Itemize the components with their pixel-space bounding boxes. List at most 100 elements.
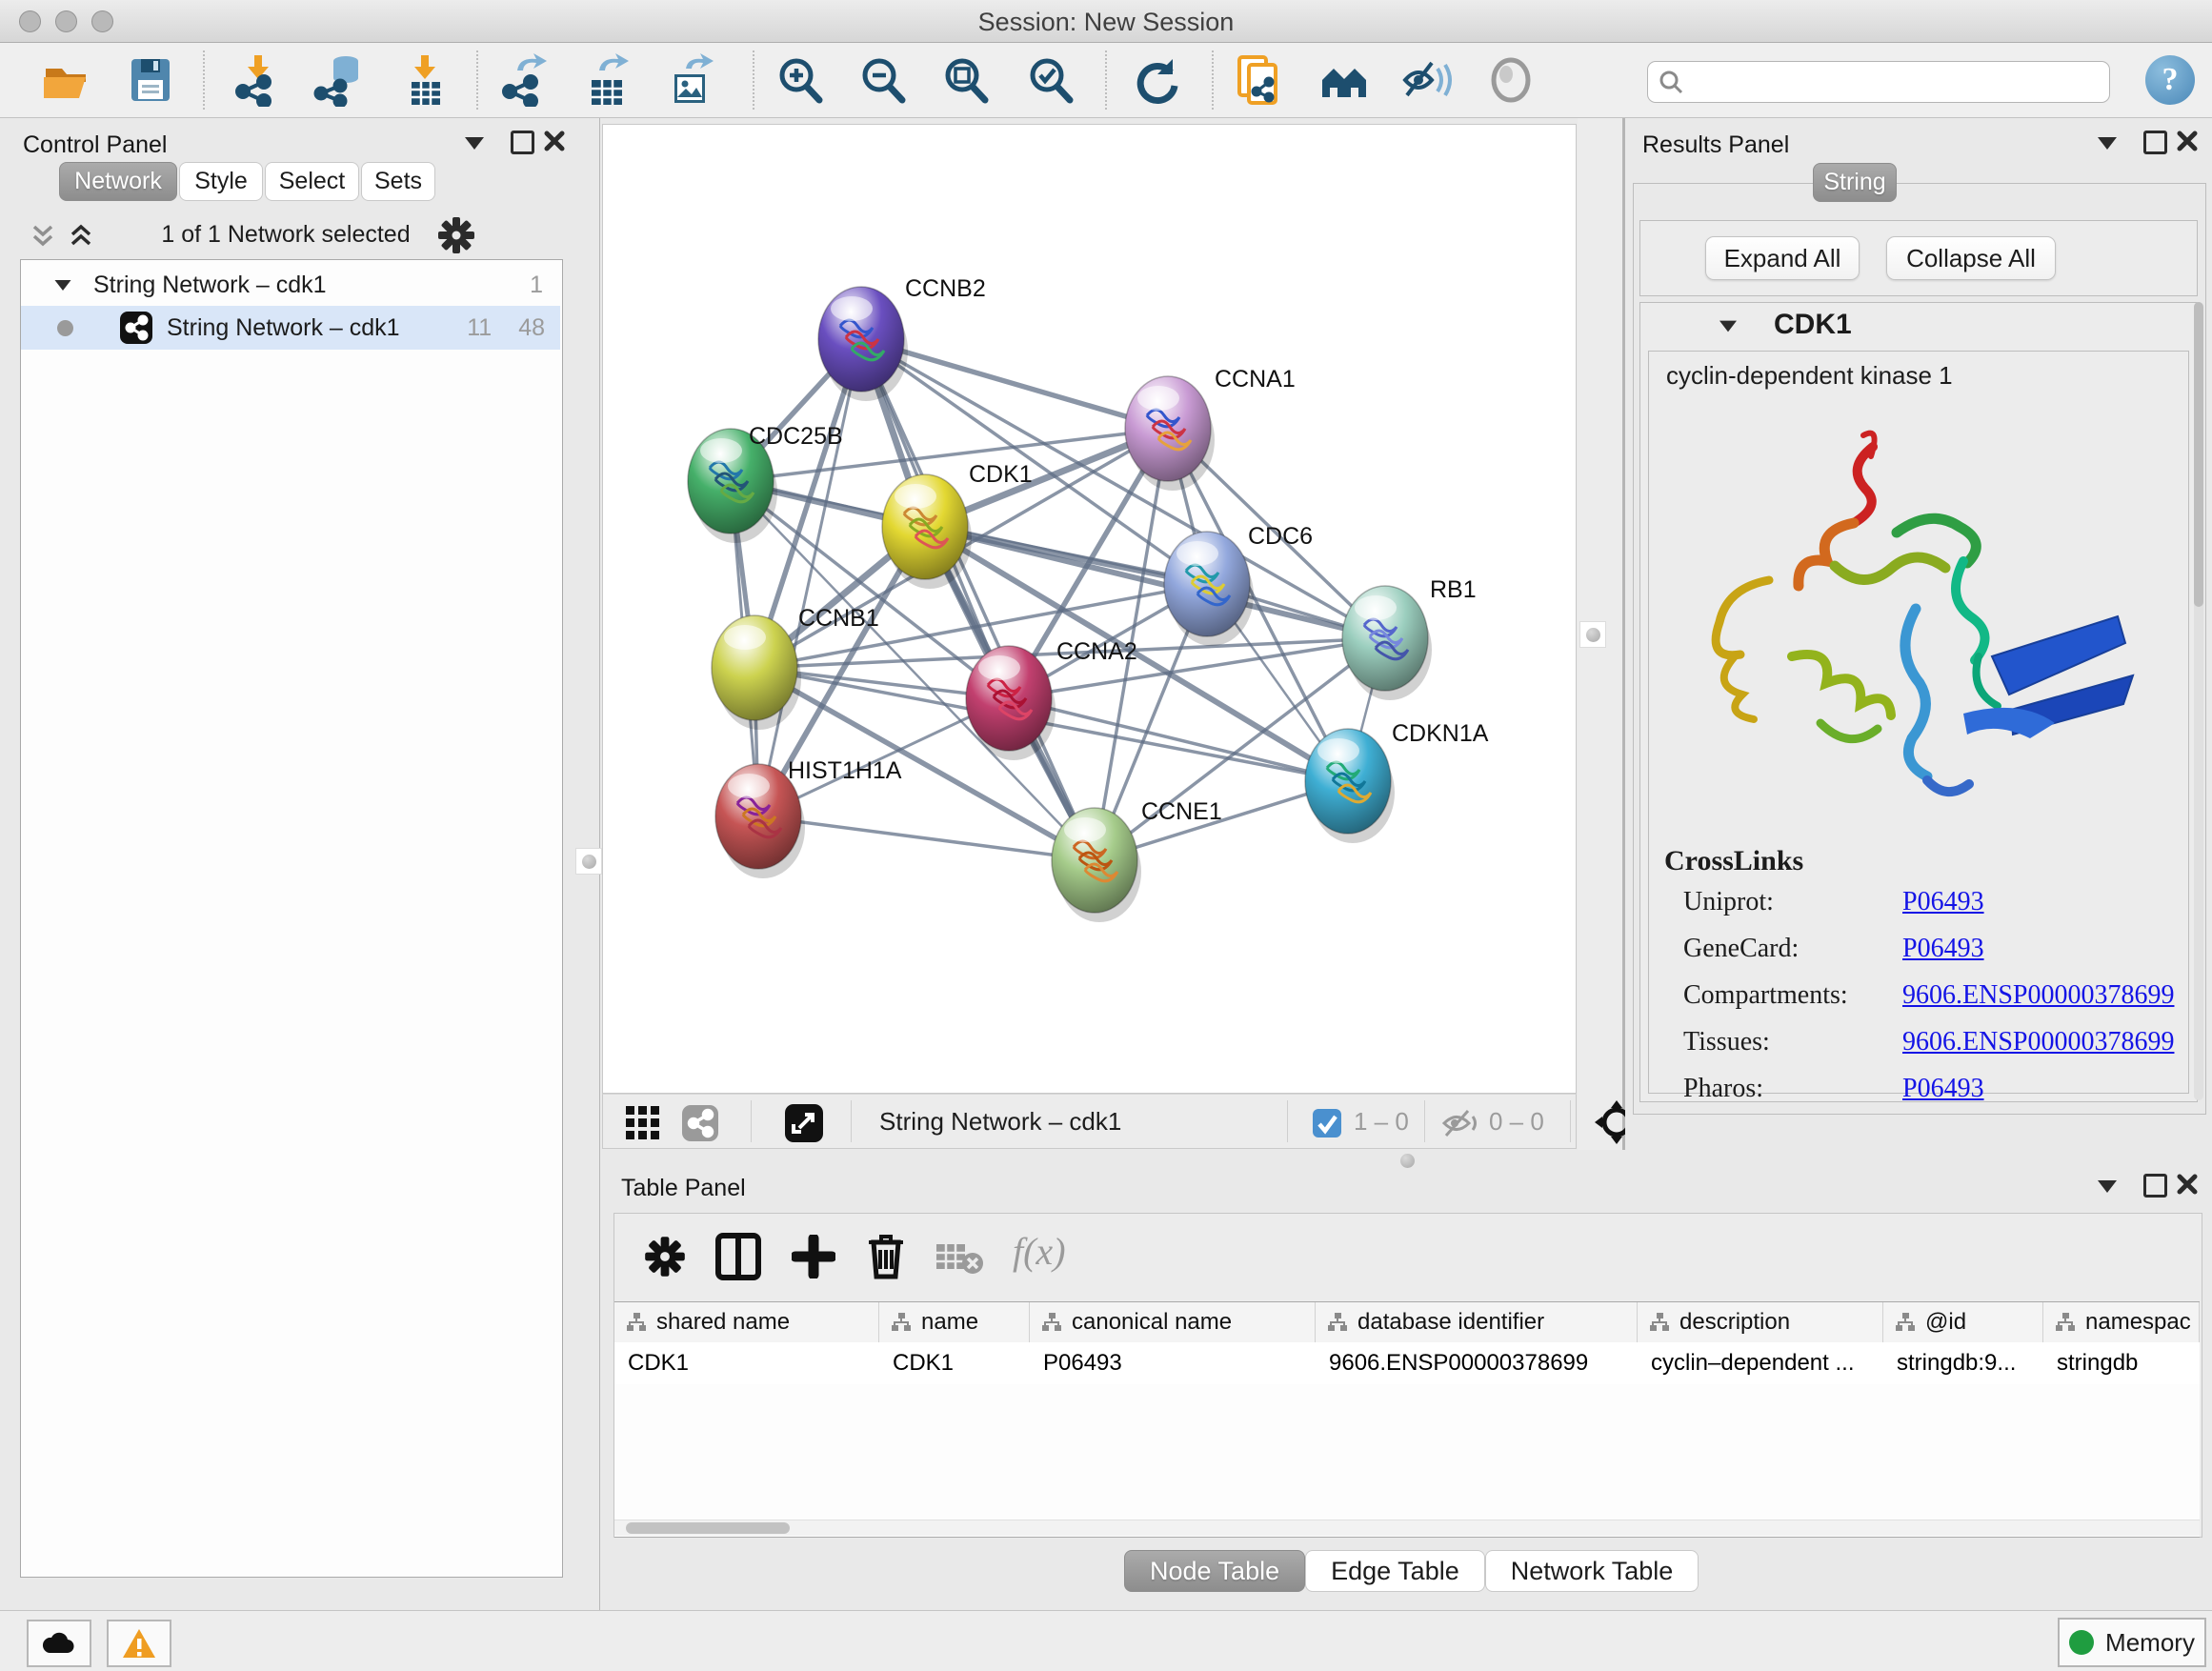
- collection-expander-icon[interactable]: [55, 279, 71, 290]
- update-network-icon[interactable]: [1129, 53, 1182, 107]
- show-columns-icon[interactable]: [715, 1233, 761, 1280]
- float-panel-icon[interactable]: [2098, 1180, 2117, 1193]
- import-network-database-icon[interactable]: [312, 53, 365, 107]
- network-node-rb1[interactable]: RB1: [1342, 576, 1477, 700]
- export-image-icon[interactable]: [665, 53, 718, 107]
- column-header-namespac[interactable]: namespac: [2043, 1302, 2200, 1342]
- table-hscrollbar[interactable]: [614, 1520, 2200, 1536]
- network-node-cdkn1a[interactable]: CDKN1A: [1305, 720, 1489, 843]
- network-canvas[interactable]: CCNB2CCNA1CDC25BCDK1CDC6RB1CCNB1CCNA2CDK…: [602, 124, 1577, 1094]
- table-settings-gear-icon[interactable]: [643, 1235, 687, 1278]
- open-in-new-window-icon[interactable]: [784, 1103, 824, 1143]
- network-collection-row[interactable]: String Network – cdk1 1: [21, 266, 560, 304]
- crosslink-value-link[interactable]: 9606.ENSP00000378699: [1902, 980, 2174, 1011]
- table-cell[interactable]: cyclin–dependent ...: [1638, 1342, 1883, 1384]
- float-panel-icon[interactable]: [2098, 137, 2117, 150]
- network-node-ccne1[interactable]: CCNE1: [1052, 798, 1222, 922]
- float-panel-icon[interactable]: [465, 137, 484, 150]
- hide-selected-icon[interactable]: [1401, 53, 1455, 107]
- collapse-all-button[interactable]: Collapse All: [1886, 236, 2056, 280]
- horizontal-splitter-handle[interactable]: [1400, 1154, 1415, 1168]
- network-edge[interactable]: [758, 339, 861, 816]
- string-network-badge-icon[interactable]: [681, 1104, 719, 1142]
- tab-style[interactable]: Style: [179, 162, 263, 201]
- tab-sets[interactable]: Sets: [361, 162, 435, 201]
- cloud-status-button[interactable]: [27, 1620, 91, 1667]
- network-edge[interactable]: [925, 527, 1385, 638]
- search-field[interactable]: [1647, 61, 2110, 103]
- network-node-ccnb1[interactable]: CCNB1: [712, 605, 879, 730]
- gene-section-expander-icon[interactable]: [1719, 321, 1737, 332]
- table-cell[interactable]: stringdb: [2043, 1342, 2200, 1384]
- crosslinks-list: Uniprot:P06493GeneCard:P06493Compartment…: [1683, 887, 2179, 1120]
- import-network-file-icon[interactable]: [231, 53, 285, 107]
- first-neighbors-icon[interactable]: [1318, 53, 1372, 107]
- network-edge[interactable]: [758, 816, 1095, 860]
- help-icon[interactable]: ?: [2145, 55, 2195, 105]
- right-splitter-handle[interactable]: [1579, 621, 1606, 648]
- warning-icon: [121, 1627, 157, 1660]
- table-row[interactable]: CDK1CDK1P064939606.ENSP00000378699cyclin…: [614, 1342, 2200, 1384]
- column-type-icon: [1649, 1312, 1670, 1333]
- tab-node-table[interactable]: Node Table: [1124, 1550, 1305, 1592]
- network-node-hist1h1a[interactable]: HIST1H1A: [715, 757, 902, 878]
- toolbar-separator: [203, 50, 205, 110]
- import-table-file-icon[interactable]: [398, 53, 452, 107]
- zoom-fit-icon[interactable]: [939, 53, 993, 107]
- maximize-panel-icon[interactable]: [2143, 1174, 2167, 1198]
- maximize-panel-icon[interactable]: [2143, 131, 2167, 154]
- network-node-cdk1[interactable]: CDK1: [882, 461, 1033, 589]
- zoom-in-icon[interactable]: [774, 53, 827, 107]
- tab-select[interactable]: Select: [265, 162, 359, 201]
- network-node-ccna2[interactable]: CCNA2: [966, 638, 1137, 760]
- left-splitter-handle[interactable]: [575, 848, 602, 875]
- network-options-gear-icon[interactable]: [436, 215, 476, 255]
- crosslink-value-link[interactable]: P06493: [1902, 934, 1984, 964]
- maximize-panel-icon[interactable]: [511, 131, 534, 154]
- table-cell[interactable]: CDK1: [614, 1342, 879, 1384]
- crosslink-value-link[interactable]: 9606.ENSP00000378699: [1902, 1027, 2174, 1057]
- network-node-ccna1[interactable]: CCNA1: [1125, 366, 1296, 491]
- open-session-icon[interactable]: [40, 53, 93, 107]
- birds-eye-grid-icon[interactable]: [624, 1104, 662, 1142]
- export-network-icon[interactable]: [498, 53, 552, 107]
- save-session-icon[interactable]: [124, 53, 177, 107]
- memory-button[interactable]: Memory: [2058, 1618, 2206, 1667]
- close-panel-icon[interactable]: [2176, 1173, 2199, 1196]
- close-panel-icon[interactable]: [2176, 130, 2199, 152]
- network-row-selected[interactable]: String Network – cdk1 11 48: [21, 306, 560, 350]
- warnings-button[interactable]: [107, 1620, 171, 1667]
- crosslink-value-link[interactable]: P06493: [1902, 1074, 1984, 1104]
- table-cell[interactable]: CDK1: [879, 1342, 1030, 1384]
- column-header-databaseidentifier[interactable]: database identifier: [1316, 1302, 1638, 1342]
- clone-network-icon[interactable]: [1234, 53, 1287, 107]
- column-header-description[interactable]: description: [1638, 1302, 1883, 1342]
- zoom-out-icon[interactable]: [856, 53, 910, 107]
- export-table-icon[interactable]: [580, 53, 633, 107]
- table-cell[interactable]: 9606.ENSP00000378699: [1316, 1342, 1638, 1384]
- selected-checkbox-icon[interactable]: [1312, 1108, 1342, 1138]
- network-node-cdc25b[interactable]: CDC25B: [688, 423, 843, 543]
- tab-network[interactable]: Network: [59, 162, 177, 201]
- results-scrollbar[interactable]: [2194, 302, 2203, 1100]
- function-builder-fx[interactable]: f(x): [1013, 1229, 1066, 1274]
- toolbar-separator: [851, 1100, 852, 1142]
- table-cell[interactable]: P06493: [1030, 1342, 1316, 1384]
- delete-table-icon[interactable]: [935, 1240, 984, 1275]
- tab-edge-table[interactable]: Edge Table: [1305, 1550, 1485, 1592]
- expand-all-button[interactable]: Expand All: [1705, 236, 1860, 280]
- column-header-sharedname[interactable]: shared name: [614, 1302, 879, 1342]
- create-column-plus-icon[interactable]: [792, 1235, 835, 1278]
- crosslink-value-link[interactable]: P06493: [1902, 887, 1984, 917]
- zoom-selected-icon[interactable]: [1024, 53, 1077, 107]
- tab-network-table[interactable]: Network Table: [1485, 1550, 1699, 1592]
- delete-column-trash-icon[interactable]: [864, 1231, 908, 1280]
- table-cell[interactable]: stringdb:9...: [1883, 1342, 2043, 1384]
- show-all-icon[interactable]: [1484, 53, 1538, 107]
- network-node-ccnb2[interactable]: CCNB2: [818, 275, 986, 401]
- column-header-canonicalname[interactable]: canonical name: [1030, 1302, 1316, 1342]
- column-header-name[interactable]: name: [879, 1302, 1030, 1342]
- tab-string[interactable]: String: [1813, 163, 1897, 202]
- column-header-id[interactable]: @id: [1883, 1302, 2043, 1342]
- close-panel-icon[interactable]: [543, 130, 566, 152]
